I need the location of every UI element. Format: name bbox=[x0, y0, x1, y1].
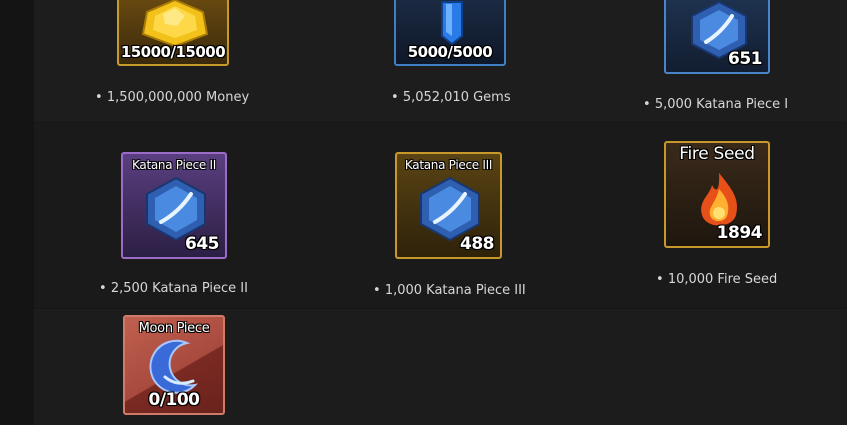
reward-tile-gems[interactable]: 5000/5000 bbox=[394, 0, 506, 66]
reward-label-katana-3: 1,000 Katana Piece III bbox=[373, 283, 526, 298]
reward-count-katana-1: 651 bbox=[728, 49, 763, 69]
reward-label-katana-1: 5,000 Katana Piece I bbox=[643, 97, 788, 112]
reward-count-fire-seed: 1894 bbox=[716, 223, 763, 243]
reward-tile-moon-piece[interactable]: Moon Piece 0/100 bbox=[123, 315, 225, 415]
reward-count-gems: 5000/5000 bbox=[407, 43, 493, 61]
reward-label-katana-2: 2,500 Katana Piece II bbox=[99, 281, 248, 296]
reward-tile-katana-3[interactable]: Katana Piece III 488 bbox=[395, 152, 502, 259]
reward-tile-fire-seed[interactable]: Fire Seed 1894 bbox=[664, 141, 770, 248]
reward-count-moon-piece: 0/100 bbox=[148, 390, 200, 410]
reward-count-katana-2: 645 bbox=[185, 234, 220, 254]
reward-tile-katana-2[interactable]: Katana Piece II 645 bbox=[121, 152, 227, 259]
reward-tile-katana-1[interactable]: 651 bbox=[664, 0, 770, 74]
reward-tile-money[interactable]: 15000/15000 bbox=[117, 0, 229, 66]
reward-label-money: 1,500,000,000 Money bbox=[95, 90, 249, 105]
reward-label-gems: 5,052,010 Gems bbox=[391, 90, 511, 105]
reward-label-fire-seed: 10,000 Fire Seed bbox=[656, 272, 777, 287]
reward-count-katana-3: 488 bbox=[460, 234, 495, 254]
reward-count-money: 15000/15000 bbox=[120, 43, 226, 61]
